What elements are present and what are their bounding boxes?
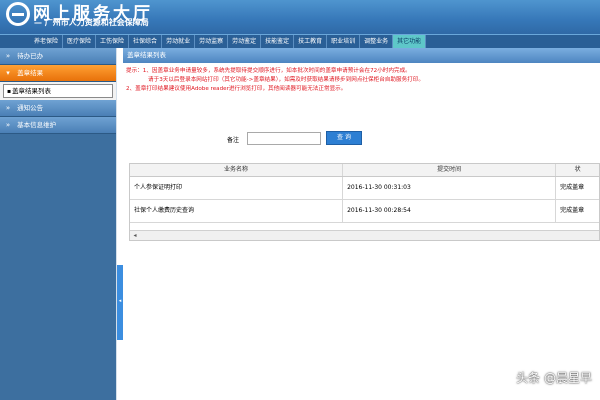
horizontal-scrollbar[interactable]: ◂ (130, 230, 599, 240)
cell-status: 完成盖章 (560, 184, 585, 191)
sidebar: » 待办已办 ▾ 盖章结果 ▪盖章结果列表 » 通知公告 » 基本信息维护 (0, 48, 116, 400)
sidebar-subitem-stamp-result-list[interactable]: ▪盖章结果列表 (3, 84, 113, 98)
topnav-item[interactable]: 技工教育 (294, 35, 328, 48)
sidebar-item-stamp-results[interactable]: ▾ 盖章结果 (0, 65, 116, 82)
topnav-item[interactable]: 劳动监察 (195, 35, 229, 48)
topnav-item[interactable]: 调整业务 (360, 35, 394, 48)
sidebar-item-label: 待办已办 (17, 52, 44, 60)
top-navigation: 养老保险 医疗保险 工伤保险 社保综合 劳动就业 劳动监察 劳动鉴定 技能鉴定 技工教育 职业培训… (0, 34, 600, 48)
double-chevron-icon: » (5, 104, 11, 112)
sidebar-splitter[interactable] (116, 48, 123, 400)
site-subtitle: — 广州市人力资源和社会保障局 (34, 18, 149, 27)
column-header-status[interactable]: 状 (556, 164, 599, 176)
double-chevron-icon: » (5, 121, 11, 129)
topnav-item[interactable]: 养老保险 (30, 35, 64, 48)
sidebar-item-basic-info[interactable]: » 基本信息维护 (0, 117, 116, 134)
remark-label: 备注 (227, 137, 240, 144)
notice-box: 提示：1、因盖章业务申请量较多，系统先提取待提交顺序进行，如本批次时间的盖章申请… (123, 63, 600, 94)
cell-status: 完成盖章 (560, 207, 585, 214)
cell-submit-time: 2016-11-30 00:31:03 (343, 177, 557, 199)
notice-line: 2、盖章打印结果建议使用Adobe reader进行浏览打印，其他阅读器可能无法… (126, 86, 347, 92)
cell-submit-time: 2016-11-30 00:28:54 (343, 200, 557, 222)
column-header-submit-time[interactable]: 提交时间 (343, 164, 557, 176)
site-logo-icon (6, 2, 30, 26)
remark-input[interactable] (247, 132, 321, 145)
topnav-item[interactable]: 技能鉴定 (261, 35, 295, 48)
topnav-item[interactable]: 工伤保险 (96, 35, 130, 48)
topnav-item[interactable]: 劳动就业 (162, 35, 196, 48)
sidebar-item-label: 基本信息维护 (17, 121, 57, 129)
sidebar-subitem-label: 盖章结果列表 (12, 87, 51, 95)
sidebar-item-pending[interactable]: » 待办已办 (0, 48, 116, 65)
site-header: 网上服务大厅 — 广州市人力资源和社会保障局 (0, 0, 600, 34)
sidebar-submenu: ▪盖章结果列表 (0, 82, 116, 100)
main-content: 盖章结果列表 提示：1、因盖章业务申请量较多，系统先提取待提交顺序进行，如本批次… (123, 48, 600, 400)
double-chevron-icon: » (5, 52, 11, 60)
topnav-item[interactable]: 社保综合 (129, 35, 163, 48)
cell-business-name: 社保个人缴费历史查询 (130, 200, 344, 222)
table-row[interactable]: 社保个人缴费历史查询 2016-11-30 00:28:54 完成盖章 (130, 200, 599, 223)
watermark: 头条 @晨星早 (516, 371, 592, 385)
cell-business-name: 个人参保证明打印 (130, 177, 344, 199)
topnav-item[interactable]: 医疗保险 (63, 35, 97, 48)
topnav-item[interactable]: 其它功能 (393, 35, 427, 48)
notice-line: 提示：1、因盖章业务申请量较多，系统先提取待提交顺序进行，如本批次时间的盖章申请… (126, 68, 411, 74)
chevron-down-icon: ▾ (6, 69, 10, 77)
table-header: 业务名称 提交时间 状 (130, 164, 599, 177)
table-row[interactable]: 个人参保证明打印 2016-11-30 00:31:03 完成盖章 (130, 177, 599, 200)
sidebar-item-notices[interactable]: » 通知公告 (0, 100, 116, 117)
panel-title: 盖章结果列表 (123, 48, 600, 63)
topnav-item[interactable]: 劳动鉴定 (228, 35, 262, 48)
query-button[interactable]: 查 询 (326, 131, 362, 145)
column-header-business-name[interactable]: 业务名称 (130, 164, 344, 176)
scroll-left-icon[interactable]: ◂ (131, 231, 139, 240)
results-table: 业务名称 提交时间 状 个人参保证明打印 2016-11-30 00:31:03… (129, 163, 600, 241)
topnav-item[interactable]: 职业培训 (327, 35, 361, 48)
notice-line: 请于3天以后登录本网站打印（其它功能->盖章结果），如需及时获取结果请移步到网点… (148, 77, 424, 83)
sidebar-item-label: 通知公告 (17, 104, 44, 112)
sidebar-item-label: 盖章结果 (17, 69, 44, 77)
query-form: 备注 查 询 (227, 130, 477, 146)
